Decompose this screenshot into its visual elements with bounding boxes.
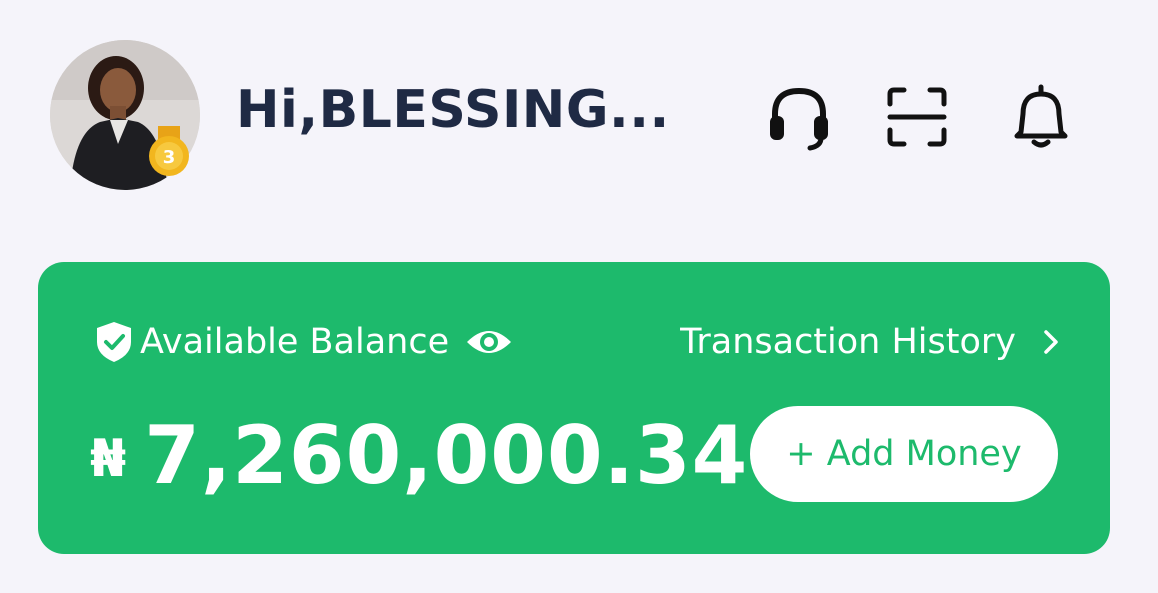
balance-amount: 7,260,000.34	[144, 408, 749, 502]
bell-icon[interactable]	[1006, 82, 1076, 152]
scan-icon[interactable]	[882, 82, 952, 152]
balance-amount-row: ₦ 7,260,000.34	[90, 408, 749, 502]
transaction-history-link[interactable]: Transaction History	[680, 318, 1060, 366]
balance-card: Available Balance Transaction History ₦ …	[38, 262, 1110, 554]
avatar[interactable]: 3	[50, 40, 200, 190]
shield-check-icon	[97, 322, 131, 362]
add-money-button[interactable]: + Add Money	[750, 406, 1058, 502]
headset-icon[interactable]	[764, 82, 834, 152]
chevron-right-icon	[1044, 330, 1058, 354]
badge-level-text: 3	[163, 147, 176, 168]
currency-symbol: ₦	[90, 429, 127, 489]
eye-icon[interactable]	[465, 326, 513, 358]
greeting-title: Hi,BLESSING...	[236, 80, 670, 140]
available-balance-label: Available Balance	[140, 322, 450, 362]
balance-label-row: Available Balance	[94, 318, 513, 366]
transaction-history-label: Transaction History	[680, 322, 1016, 362]
app-header: 3 Hi,BLESSING...	[0, 0, 1158, 230]
level-badge-icon: 3	[142, 126, 196, 180]
